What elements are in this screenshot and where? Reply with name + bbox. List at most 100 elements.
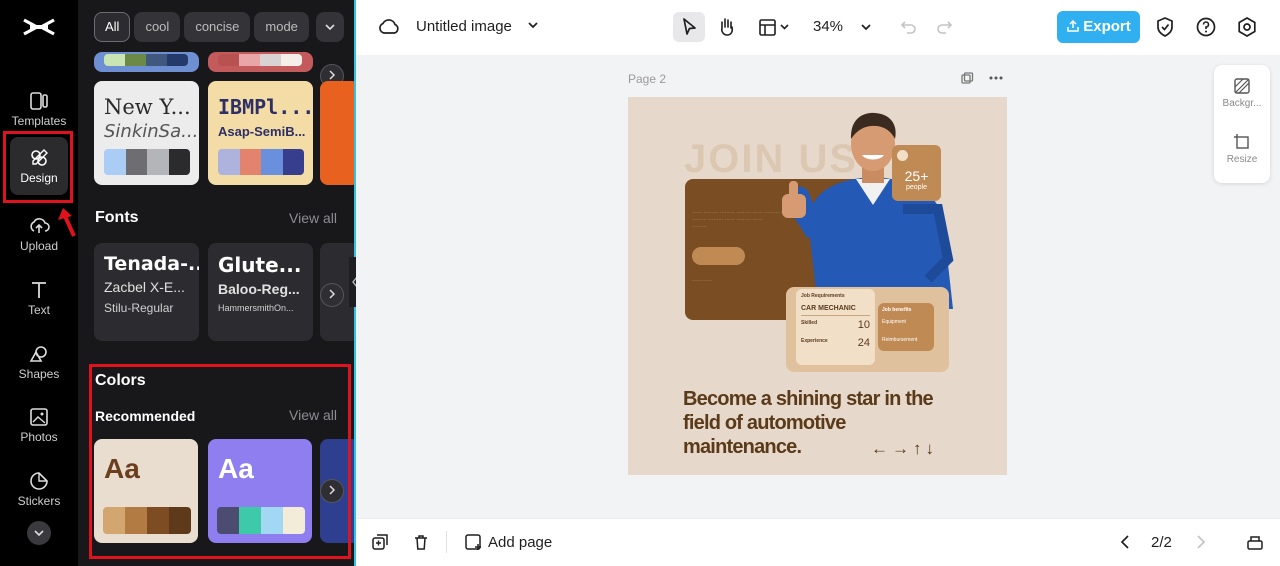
shapes-icon <box>29 346 47 362</box>
text-icon <box>32 282 46 298</box>
more-options-icon[interactable] <box>988 75 1004 81</box>
chevron-down-icon[interactable] <box>526 18 540 32</box>
side-tools: Backgr... Resize <box>1214 65 1270 183</box>
font-2-line-1: Glute... <box>218 253 302 277</box>
rail-text-label: Text <box>27 303 50 317</box>
left-rail: Templates Design Upload Text Shapes Phot… <box>0 0 78 566</box>
previous-page-icon[interactable] <box>1118 534 1132 550</box>
benefit-heading: Job benefits <box>882 307 912 313</box>
cursor-icon <box>683 18 696 35</box>
redo-icon[interactable] <box>934 17 954 37</box>
layout-tool-button[interactable] <box>754 12 794 42</box>
font-1-line-1: Tenada-... <box>104 253 199 275</box>
rail-photos[interactable]: Photos <box>6 396 72 452</box>
background-icon <box>1234 78 1250 94</box>
chevron-right-icon <box>329 289 336 299</box>
theme-1-swatches <box>104 149 190 175</box>
rail-text[interactable]: Text <box>6 269 72 325</box>
shield-icon[interactable] <box>1155 16 1175 38</box>
theme-card-partial-2[interactable] <box>208 52 313 72</box>
settings-icon[interactable] <box>1236 16 1258 38</box>
font-1-line-2: Zacbel X-E... <box>104 279 185 295</box>
job-experience-label: Experience <box>801 338 828 344</box>
job-title: CAR MECHANIC <box>801 305 870 316</box>
theme-2-font-2: Asap-SemiB... <box>218 124 306 139</box>
layers-icon[interactable] <box>371 533 389 551</box>
divider <box>446 531 447 553</box>
theme-card-partial-1[interactable] <box>94 52 199 72</box>
mechanic-photo[interactable] <box>778 109 968 309</box>
zoom-chevron-down-icon[interactable] <box>859 20 873 34</box>
help-icon[interactable] <box>1195 16 1217 38</box>
font-2-line-3: HammersmithOn... <box>218 303 294 313</box>
zoom-level[interactable]: 34% <box>813 18 843 35</box>
canvas-area[interactable]: Page 2 JOIN US …… ……… ……… ……… …… ……… ………… <box>356 55 1280 518</box>
bottom-bar: Add page 2/2 <box>356 518 1280 566</box>
background-tool-button[interactable]: Backgr... <box>1214 77 1270 109</box>
design-button-shape[interactable] <box>692 247 745 265</box>
export-button[interactable]: Export <box>1057 11 1140 43</box>
font-2-line-2: Baloo-Reg... <box>218 281 300 297</box>
rail-design-label: Design <box>20 171 58 185</box>
trash-icon[interactable] <box>412 533 430 551</box>
rail-shapes[interactable]: Shapes <box>6 333 72 389</box>
next-page-icon[interactable] <box>1194 534 1208 550</box>
rail-design[interactable]: Design <box>6 137 72 195</box>
theme-card-3-partial[interactable] <box>320 81 354 185</box>
chip-all[interactable]: All <box>94 12 131 42</box>
design-icon <box>31 149 48 166</box>
resize-tool-button[interactable]: Resize <box>1214 133 1270 165</box>
rail-stickers[interactable]: Stickers <box>6 460 72 516</box>
add-page-icon[interactable] <box>464 533 482 551</box>
export-icon <box>1067 19 1079 32</box>
design-job-benefits[interactable]: Job benefits Equipment Reimbursement <box>878 303 934 351</box>
rail-upload[interactable]: Upload <box>6 205 72 261</box>
photos-icon <box>30 408 48 426</box>
chevron-down-icon <box>325 24 335 31</box>
filter-chips: All cool concise mode <box>94 12 313 42</box>
benefit-1: Equipment <box>882 319 906 325</box>
select-tool-button[interactable] <box>673 12 705 42</box>
chip-concise[interactable]: concise <box>184 12 251 42</box>
theme-card-1[interactable]: New Y... SinkinSa... <box>94 81 199 185</box>
font-card-2[interactable]: Glute... Baloo-Reg... HammersmithOn... <box>208 243 313 341</box>
background-label: Backgr... <box>1222 98 1262 109</box>
document-title[interactable]: Untitled image <box>416 18 512 35</box>
design-count-number: 25+ <box>904 168 929 184</box>
theme-card-2[interactable]: IBMPl... Asap-SemiB... <box>208 81 313 185</box>
rail-templates[interactable]: Templates <box>6 80 72 136</box>
chip-mode[interactable]: mode <box>254 12 309 42</box>
chips-more-button[interactable] <box>316 12 344 42</box>
upload-icon <box>30 218 50 233</box>
export-label: Export <box>1083 18 1131 35</box>
undo-icon[interactable] <box>899 17 919 37</box>
add-page-button[interactable]: Add page <box>488 534 552 551</box>
pages-panel-icon[interactable] <box>1246 533 1264 551</box>
layout-icon <box>759 19 789 36</box>
design-job-requirements[interactable]: Job Requirements CAR MECHANIC Skilled 10 … <box>796 289 875 365</box>
duplicate-page-icon[interactable] <box>960 71 974 85</box>
chip-cool[interactable]: cool <box>134 12 181 42</box>
stickers-icon <box>30 472 48 490</box>
rail-more-button[interactable] <box>27 521 51 545</box>
theme-2-font-1: IBMPl... <box>218 95 313 119</box>
design-arrows[interactable]: ←→↑↓ <box>871 439 938 459</box>
design-page[interactable]: JOIN US …… ……… ……… ……… …… ……… ……………… ………… <box>628 97 1007 475</box>
job-heading: Job Requirements <box>801 293 845 299</box>
fonts-view-all-link[interactable]: View all <box>289 210 337 226</box>
rail-upload-label: Upload <box>19 239 59 253</box>
font-card-1[interactable]: Tenada-... Zacbel X-E... Stilu-Regular <box>94 243 199 341</box>
annotation-box-colors <box>89 364 351 559</box>
hand-tool-button[interactable] <box>711 12 743 42</box>
design-count-card[interactable]: 25+ people <box>892 145 941 201</box>
fonts-scroll-right-button[interactable] <box>320 283 344 307</box>
chevron-right-icon <box>329 70 336 80</box>
cloud-icon[interactable] <box>378 17 400 37</box>
rail-stickers-label: Stickers <box>17 494 61 508</box>
chevron-down-icon <box>34 530 44 537</box>
theme-1-font-2: SinkinSa... <box>104 121 199 142</box>
design-footnote-text[interactable]: ………… <box>692 277 712 283</box>
theme-1-font-1: New Y... <box>104 95 191 119</box>
resize-icon <box>1234 134 1249 149</box>
rail-templates-label: Templates <box>11 114 67 128</box>
